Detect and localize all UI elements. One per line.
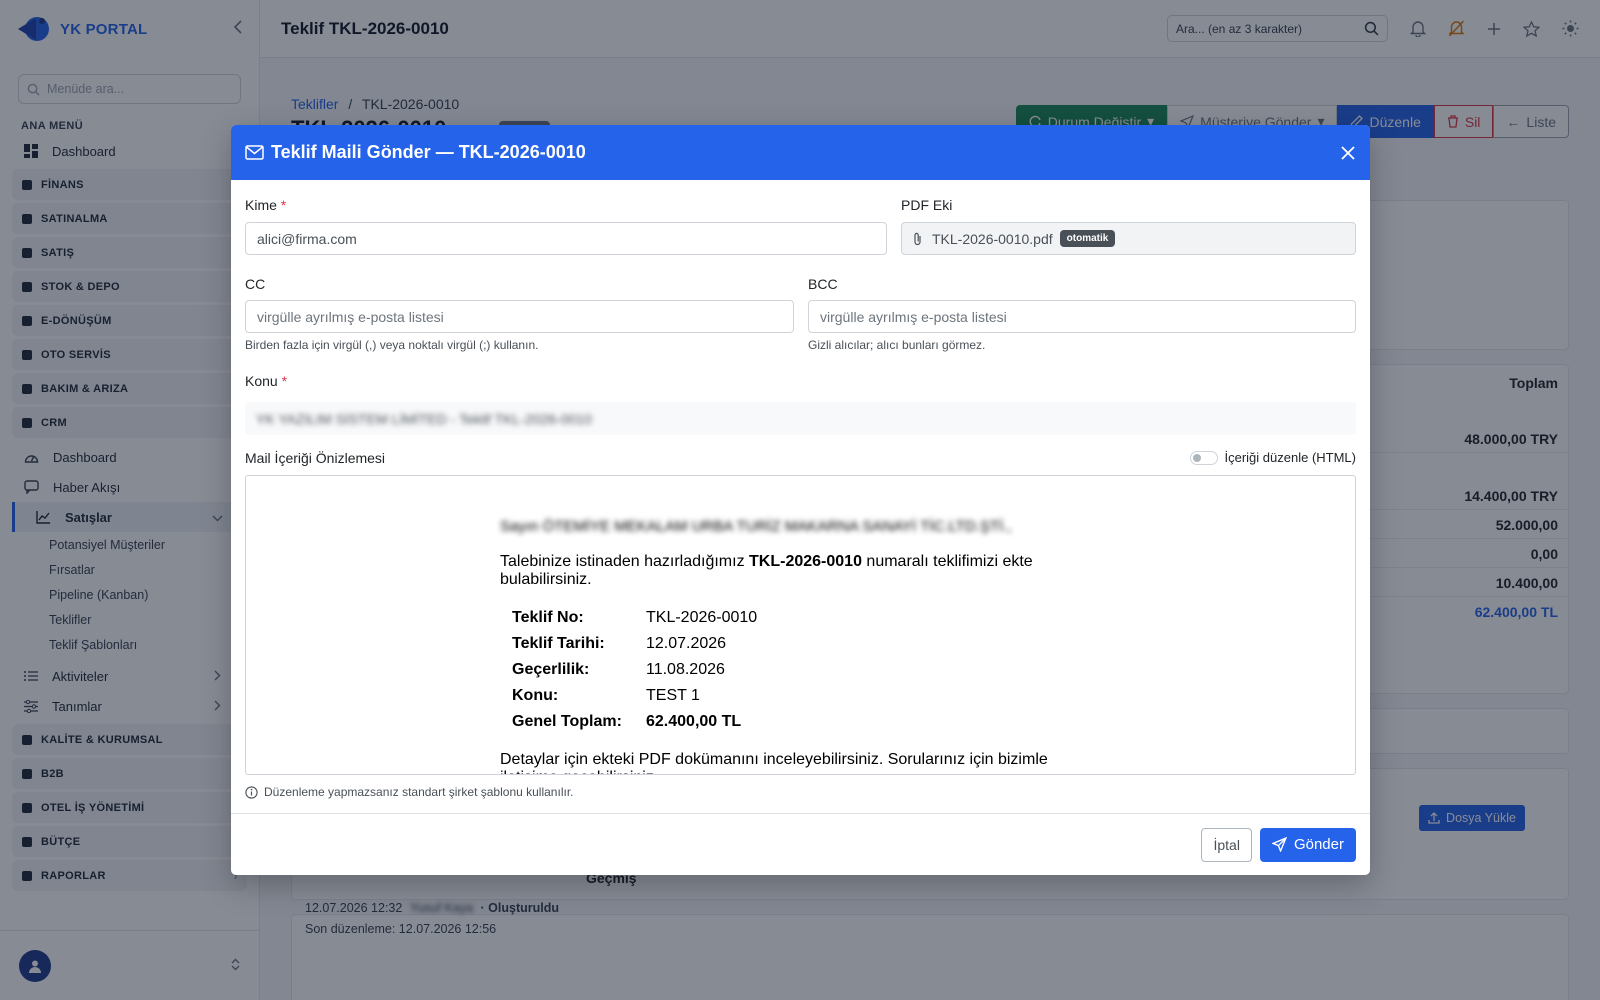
email-info-row: Genel Toplam: 62.400,00 TL [512, 713, 742, 730]
email-closing: Detaylar için ekteki PDF dokümanını ince… [500, 751, 1048, 774]
email-info-row: Teklif Tarihi: 12.07.2026 [512, 635, 727, 652]
paperclip-icon [914, 232, 921, 245]
email-info-row: Konu: TEST 1 [512, 687, 700, 704]
subject-label: Konu * [245, 373, 288, 389]
envelope-icon [245, 145, 264, 160]
preview-label: Mail İçeriği Önizlemesi [245, 450, 386, 466]
pdf-attachment: TKL-2026-0010.pdf otomatik [901, 222, 1356, 255]
template-note: Düzenleme yapmazsanız standart şirket şa… [245, 785, 574, 799]
send-email-modal: Teklif Maili Gönder — TKL-2026-0010 Kime… [231, 125, 1370, 875]
email-preview[interactable]: Sayın ÖTEMİYE MEKALAM URBA TURİZ MAKARNA… [245, 475, 1356, 775]
modal-footer: İptal Gönder [231, 813, 1370, 875]
cc-help: Birden fazla için virgül (,) veya noktal… [245, 338, 539, 352]
cancel-button[interactable]: İptal [1201, 827, 1252, 862]
email-intro: Talebinize istinaden hazırladığımız TKL-… [500, 553, 1033, 588]
modal-header: Teklif Maili Gönder — TKL-2026-0010 [231, 125, 1370, 180]
subject-field[interactable]: YK YAZILIM SİSTEM LİMİTED - Teklif TKL-2… [245, 402, 1356, 435]
auto-badge: otomatik [1059, 230, 1116, 247]
bcc-label: BCC [808, 276, 838, 292]
to-field[interactable]: alici@firma.com [245, 222, 887, 255]
send-button[interactable]: Gönder [1259, 827, 1356, 862]
modal-body: Kime * alici@firma.com PDF Eki TKL-2026-… [231, 180, 1370, 813]
email-greeting: Sayın ÖTEMİYE MEKALAM URBA TURİZ MAKARNA… [500, 518, 1012, 535]
edit-html-toggle[interactable]: İçeriği düzenle (HTML) [1189, 450, 1356, 465]
email-content: Sayın ÖTEMİYE MEKALAM URBA TURİZ MAKARNA… [500, 518, 1060, 774]
email-info-row: Teklif No: TKL-2026-0010 [512, 609, 758, 626]
info-icon [245, 785, 258, 799]
pdf-label: PDF Eki [901, 197, 953, 213]
bcc-field[interactable]: virgülle ayrılmış e-posta listesi [808, 300, 1356, 333]
toggle-switch[interactable] [1189, 450, 1218, 465]
pdf-filename: TKL-2026-0010.pdf [932, 230, 1053, 247]
send-icon [1271, 837, 1287, 852]
email-info-row: Geçerlilik: 11.08.2026 [512, 661, 725, 678]
cc-label: CC [245, 276, 266, 292]
to-label: Kime * [245, 197, 287, 213]
bcc-help: Gizli alıcılar; alıcı bunları görmez. [808, 338, 986, 352]
close-icon[interactable] [1340, 145, 1356, 161]
cc-field[interactable]: virgülle ayrılmış e-posta listesi [245, 300, 794, 333]
modal-title: Teklif Maili Gönder — TKL-2026-0010 [271, 142, 586, 162]
email-info-table: Teklif No: TKL-2026-0010 Teklif Tarihi: 12.… [512, 605, 757, 735]
